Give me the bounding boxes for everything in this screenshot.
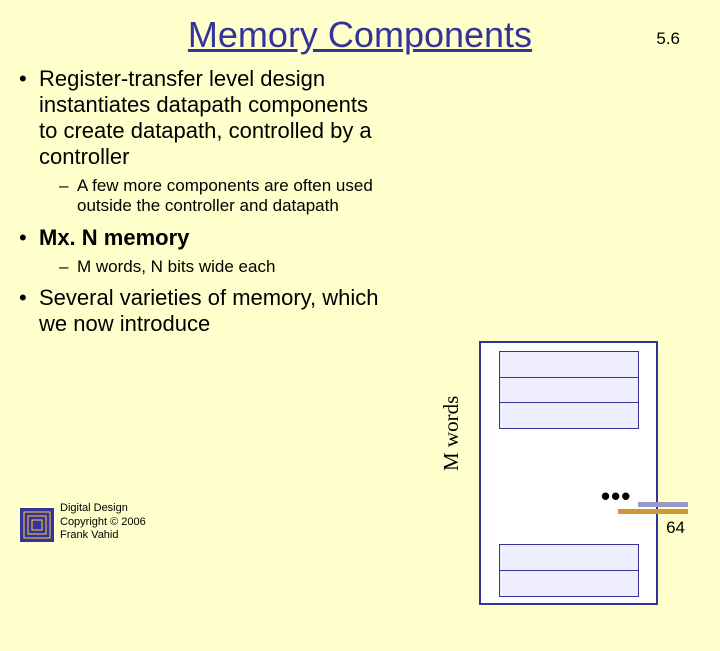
footer-text: Digital Design Copyright © 2006 Frank Va… <box>60 502 700 542</box>
bullet-1-text: Register-transfer level design instantia… <box>39 66 372 169</box>
bullet-1-sub: A few more components are often used out… <box>59 176 389 217</box>
mwords-axis-label: M words <box>439 396 464 471</box>
bar-icon <box>638 502 688 507</box>
slide-title: Memory Components <box>0 14 720 56</box>
bar-icon <box>618 509 688 514</box>
decorative-bars <box>618 502 688 514</box>
figure-column: M words ••• N-bits wide each M×N memory <box>399 66 705 651</box>
logo-icon <box>20 508 54 542</box>
memory-box: ••• <box>479 341 658 605</box>
bottom-words <box>499 544 639 595</box>
footer-line2: Copyright © 2006 <box>60 516 146 528</box>
bullet-2-text: Mx. N memory <box>39 225 189 250</box>
word-cell <box>499 402 639 429</box>
bullet-list: Register-transfer level design instantia… <box>15 66 389 337</box>
page-number-top: 5.6 <box>656 29 680 49</box>
footer-line1: Digital Design <box>60 502 128 514</box>
bullet-1: Register-transfer level design instantia… <box>15 66 389 217</box>
bullet-2: Mx. N memory M words, N bits wide each <box>15 225 389 277</box>
bullet-3: Several varieties of memory, which we no… <box>15 285 389 337</box>
footer: Digital Design Copyright © 2006 Frank Va… <box>20 502 700 542</box>
footer-line3: Frank Vahid <box>60 529 119 541</box>
word-cell <box>499 544 639 571</box>
page-number-bottom: 64 <box>666 518 685 538</box>
content-area: Register-transfer level design instantia… <box>0 66 720 651</box>
text-column: Register-transfer level design instantia… <box>15 66 399 651</box>
word-cell <box>499 570 639 597</box>
word-cell <box>499 351 639 378</box>
top-words <box>499 351 639 428</box>
bullet-2-sub: M words, N bits wide each <box>59 257 389 277</box>
word-cell <box>499 377 639 404</box>
memory-figure: M words ••• N-bits wide each M×N memory <box>409 341 669 651</box>
